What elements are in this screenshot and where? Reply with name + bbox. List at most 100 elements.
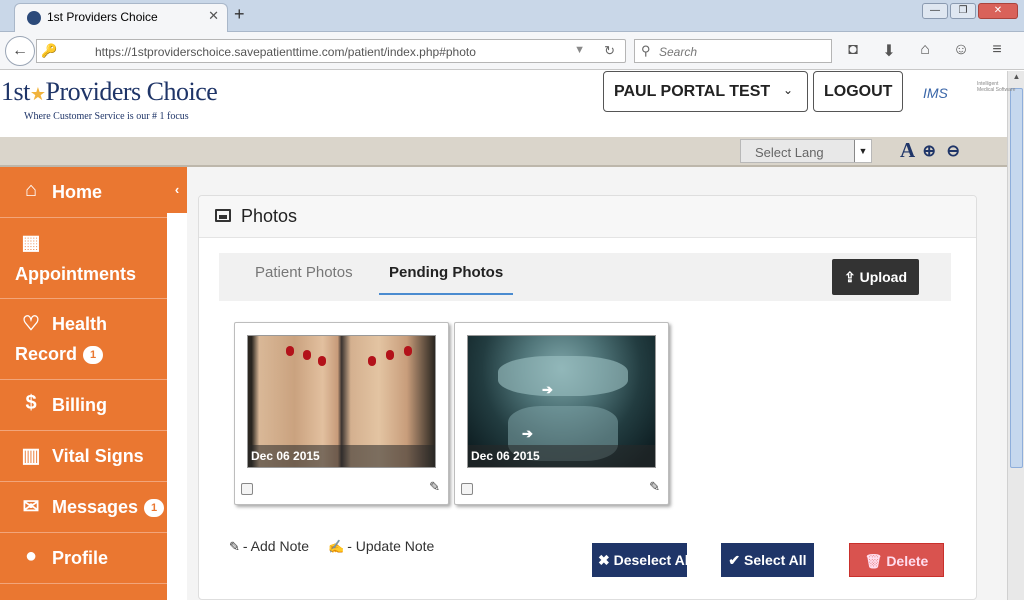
site-favicon-icon — [27, 11, 41, 25]
notification-badge: 1 — [144, 499, 165, 518]
x-icon: ✖ — [598, 552, 610, 568]
edit-note-icon[interactable]: ✎ — [429, 479, 440, 495]
toenail-decoration — [386, 350, 394, 360]
legend-add-label: - Add Note — [242, 538, 310, 554]
notification-badge: 1 — [83, 346, 104, 365]
download-icon[interactable]: ⬇ — [878, 41, 900, 61]
legend-update-note: ✍ - Update Note — [328, 538, 434, 555]
browser-tab-bar: 1st Providers Choice ✕ + — ❐ ✕ — [0, 0, 1024, 32]
photo-date: Dec 06 2015 — [468, 445, 655, 467]
browser-tab[interactable]: 1st Providers Choice ✕ — [14, 3, 228, 32]
close-window-button[interactable]: ✕ — [978, 3, 1018, 19]
sidebar-item-label2: Record — [15, 344, 78, 364]
photo-thumbnail[interactable]: Dec 06 2015 — [247, 335, 436, 468]
url-dropdown-icon[interactable]: ▼ — [574, 44, 585, 56]
sidebar-item-label: Profile — [52, 548, 109, 568]
ims-logo: IMS Intelligent Medical Software — [923, 81, 1015, 103]
maximize-button[interactable]: ❐ — [950, 3, 976, 19]
page-scrollbar[interactable]: ▲ — [1007, 71, 1024, 600]
photo-checkbox[interactable] — [241, 483, 253, 495]
sidebar-item-vital-signs[interactable]: ▥ Vital Signs — [0, 431, 167, 482]
ims-logo-text: IMS — [923, 85, 948, 101]
new-tab-button[interactable]: + — [234, 4, 245, 25]
sidebar-item-label: Messages — [52, 497, 139, 517]
search-icon: ⚲ — [641, 43, 651, 58]
logout-button[interactable]: LOGOUT — [813, 71, 903, 112]
logout-label: LOGOUT — [824, 83, 893, 100]
toenail-decoration — [404, 346, 412, 356]
select-all-button[interactable]: ✔ Select All — [721, 543, 814, 577]
sidebar-item-profile[interactable]: ● Profile — [0, 533, 167, 584]
photo-checkbox[interactable] — [461, 483, 473, 495]
xray-bone-shape — [498, 356, 628, 396]
close-tab-icon[interactable]: ✕ — [208, 8, 219, 24]
site-logo[interactable]: 1st★Providers Choice — [1, 77, 218, 107]
url-text[interactable]: https://1stproviderschoice.savepatientti… — [95, 45, 476, 59]
sidebar-item-label: Billing — [52, 395, 107, 415]
panel-header: Photos — [199, 196, 976, 238]
deselect-all-label: Deselect All — [613, 552, 687, 568]
sidebar-item-label: Home — [52, 182, 103, 202]
sidebar-item-billing[interactable]: $ Billing — [0, 380, 167, 431]
user-icon: ● — [24, 545, 38, 567]
sidebar-item-health-record[interactable]: ♡ Health Record 1 — [0, 299, 167, 380]
language-bar: Select Lang ▼ A ⊕ ⊖ — [0, 137, 1007, 167]
sidebar-item-label-row: Messages 1 — [52, 497, 165, 518]
browser-nav-bar: 🔑 https://1stproviderschoice.savepatient… — [0, 32, 1024, 70]
panel-title: Photos — [241, 206, 298, 226]
trash-icon: 🗑 — [864, 553, 883, 569]
search-placeholder: Search — [659, 45, 698, 59]
toenail-decoration — [286, 346, 294, 356]
home-browser-icon[interactable]: ⌂ — [914, 41, 936, 61]
dropdown-arrow-icon[interactable]: ▼ — [854, 140, 871, 162]
back-button[interactable]: ← — [5, 36, 35, 66]
language-select[interactable]: Select Lang ▼ — [740, 139, 872, 163]
minimize-button[interactable]: — — [922, 3, 948, 19]
upload-icon: ⇪ — [843, 269, 856, 285]
language-select-value: Select Lang — [755, 145, 824, 160]
search-bar[interactable]: ⚲ Search — [634, 39, 832, 63]
zoom-out-icon[interactable]: ⊖ — [943, 141, 963, 161]
photo-card[interactable]: ➔ ➔ Dec 06 2015 ✎ — [454, 322, 669, 505]
toenail-decoration — [318, 356, 326, 366]
zoom-in-icon[interactable]: ⊕ — [919, 141, 939, 161]
sidebar-item-appointments[interactable]: ▦ Appointments — [0, 218, 167, 299]
reload-icon[interactable]: ↻ — [604, 43, 615, 59]
scroll-thumb[interactable] — [1010, 88, 1023, 468]
photo-thumbnail[interactable]: ➔ ➔ Dec 06 2015 — [467, 335, 656, 468]
sidebar-item-label: Health — [52, 314, 108, 334]
font-size-icon[interactable]: A — [900, 138, 915, 163]
logo-part2: Providers Choice — [45, 77, 218, 106]
tab-pending-photos[interactable]: Pending Photos — [379, 253, 514, 295]
ims-logo-subtext: Intelligent Medical Software — [977, 81, 1016, 93]
user-name: PAUL PORTAL TEST — [614, 83, 771, 100]
chat-icon[interactable]: ☺ — [950, 41, 972, 61]
sidebar-collapse-button[interactable]: ‹ — [167, 167, 187, 213]
tab-patient-photos[interactable]: Patient Photos — [255, 253, 353, 295]
menu-icon[interactable]: ≡ — [986, 41, 1008, 61]
sidebar-item-home[interactable]: ⌂ Home — [0, 167, 167, 218]
upload-button[interactable]: ⇪ Upload — [832, 259, 919, 295]
toenail-decoration — [368, 356, 376, 366]
edit-note-icon[interactable]: ✎ — [649, 479, 660, 495]
deselect-all-button[interactable]: ✖ Deselect All — [592, 543, 687, 577]
logo-tagline: Where Customer Service is our # 1 focus — [24, 111, 189, 122]
heartbeat-icon: ♡ — [22, 313, 40, 335]
dollar-icon: $ — [25, 392, 37, 414]
add-note-icon: ✎ — [229, 539, 240, 554]
delete-button[interactable]: 🗑 Delete — [849, 543, 944, 577]
check-icon: ✔ — [728, 552, 741, 568]
user-menu-button[interactable]: PAUL PORTAL TEST ⌄ — [603, 71, 808, 112]
sidebar-item-label: Vital Signs — [52, 446, 144, 466]
sidebar-item-label: Appointments — [15, 264, 136, 284]
image-icon — [215, 209, 231, 222]
home-icon: ⌂ — [24, 179, 38, 201]
update-note-icon: ✍ — [328, 539, 345, 554]
sidebar-item-messages[interactable]: ✉ Messages 1 — [0, 482, 167, 533]
window-controls: — ❐ ✕ — [922, 3, 1018, 19]
photo-card[interactable]: Dec 06 2015 ✎ — [234, 322, 449, 505]
pocket-icon[interactable]: ◘ — [842, 41, 864, 61]
photo-date: Dec 06 2015 — [248, 445, 435, 467]
site-identity-icon[interactable]: 🔑 — [41, 43, 57, 59]
url-bar[interactable]: 🔑 https://1stproviderschoice.savepatient… — [36, 39, 626, 63]
